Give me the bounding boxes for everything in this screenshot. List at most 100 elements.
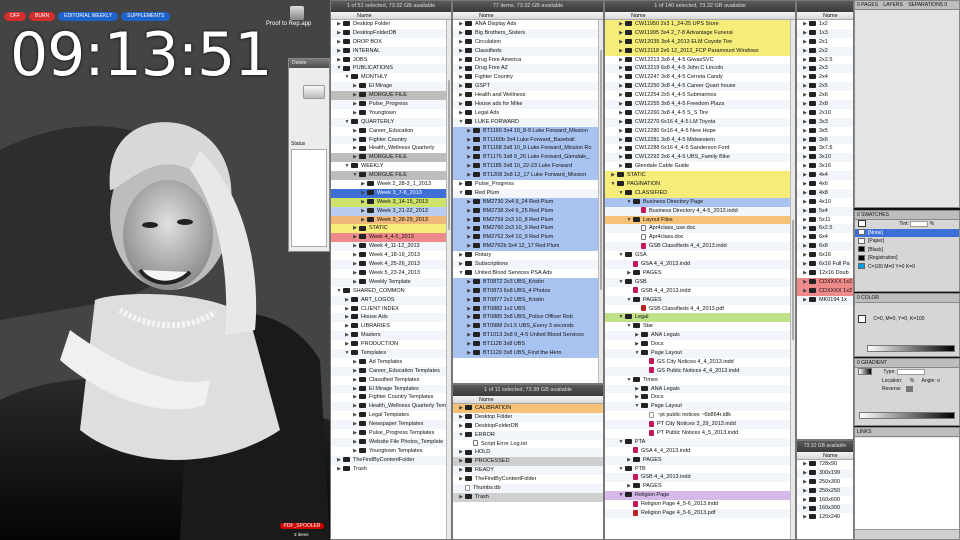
file-row[interactable]: ▼ PAGES [605,295,795,305]
tab-separations[interactable]: SEPARATIONS 0 [908,2,947,8]
column-header-name[interactable]: Name [605,12,795,20]
disclosure-collapsed-icon[interactable]: ▶ [801,296,809,305]
file-row[interactable]: ▶ ART_LOGOS [331,295,451,305]
file-row[interactable]: ▼ GSB [605,277,795,287]
disclosure-collapsed-icon[interactable]: ▶ [335,47,343,56]
disclosure-expanded-icon[interactable]: ▼ [625,296,633,305]
disclosure-collapsed-icon[interactable]: ▶ [625,456,633,465]
file-row[interactable]: ▶ Big Brothers_Sisters [453,28,603,38]
file-row[interactable]: ▶ Docs [605,393,795,402]
disclosure-collapsed-icon[interactable]: ▶ [801,469,809,478]
disclosure-collapsed-icon[interactable]: ▶ [457,91,465,100]
disclosure-collapsed-icon[interactable]: ▶ [617,109,625,118]
file-row[interactable]: ▶ 5x11 [797,216,853,225]
file-row[interactable]: ▶ House Ads [331,313,451,323]
file-row[interactable]: ▶ Legal Ads [453,109,603,118]
disclosure-collapsed-icon[interactable]: ▶ [359,180,367,189]
disclosure-collapsed-icon[interactable]: ▶ [351,136,359,145]
disclosure-collapsed-icon[interactable]: ▶ [465,278,473,287]
disclosure-collapsed-icon[interactable]: ▶ [801,73,809,82]
file-row[interactable]: ▶ JOBS [331,56,451,65]
file-row[interactable]: GSA 4_4_2013.indd [605,447,795,456]
disclosure-collapsed-icon[interactable]: ▶ [351,278,359,287]
file-row[interactable]: ▶ BT1176 3x8 9_26 Luke Forward_Glendale_ [453,153,603,163]
disclosure-collapsed-icon[interactable]: ▶ [457,29,465,38]
disclosure-collapsed-icon[interactable]: ▶ [359,198,367,207]
file-row[interactable]: ▶ Week 3_21-22_2013 [331,206,451,216]
file-row[interactable]: ▼ Page Layout [605,402,795,412]
file-row[interactable]: ▼ ERROR [453,430,603,440]
file-row[interactable]: ▶ Newspaper Templates [331,420,451,429]
disclosure-collapsed-icon[interactable]: ▶ [351,367,359,376]
disclosure-expanded-icon[interactable]: ▼ [343,118,351,127]
disclosure-collapsed-icon[interactable]: ▶ [617,136,625,145]
file-row[interactable]: Thumbs.db [453,484,603,493]
disclosure-collapsed-icon[interactable]: ▶ [465,136,473,145]
file-row[interactable]: Business Directory 4_4-5_2013.indd [605,206,795,216]
disclosure-collapsed-icon[interactable]: ▶ [457,422,465,431]
file-row[interactable]: ▶ LIBRARIES [331,322,451,331]
file-row[interactable]: ▶ Week 3_7-8_2013 [331,188,451,198]
disclosure-expanded-icon[interactable]: ▼ [617,189,625,198]
disclosure-collapsed-icon[interactable]: ▶ [465,127,473,136]
file-row[interactable]: ▶ GSPT [453,82,603,92]
disclosure-expanded-icon[interactable]: ▼ [625,376,633,385]
disclosure-collapsed-icon[interactable]: ▶ [351,358,359,367]
file-row[interactable]: ▶ CW12118 2x6 12_2012_FCP Paramount Windo… [605,46,795,56]
file-row[interactable]: ▶ Glendale Cable Guide [605,162,795,171]
file-row[interactable]: ▶ Fighter Country [453,73,603,82]
disclosure-collapsed-icon[interactable]: ▶ [801,207,809,216]
file-row[interactable]: ▶ 3x5 [797,127,853,136]
file-row[interactable]: ▶ 12x16 Doub [797,269,853,278]
disclosure-collapsed-icon[interactable]: ▶ [351,144,359,153]
file-row[interactable]: ▶ DesktopFolderDB [453,422,603,431]
disclosure-collapsed-icon[interactable]: ▶ [351,251,359,260]
disclosure-expanded-icon[interactable]: ▼ [343,349,351,358]
pdf-spooler-icon[interactable]: PDF_SPOOLER [280,523,324,529]
file-row[interactable]: ▶ BT1208 3x8 12_17 Luke Forward_Mission [453,171,603,181]
status-list[interactable] [291,149,327,247]
delete-button[interactable]: Delete [292,60,306,66]
file-row[interactable]: ▶ 4x4 [797,171,853,181]
scrollbar[interactable] [790,20,795,539]
disclosure-expanded-icon[interactable]: ▼ [335,64,343,73]
file-row[interactable]: ▶ CDXXXX 1x2 [797,286,853,296]
file-row[interactable]: Religion Page 4_5-6_2013.pdf [605,508,795,518]
disclosure-collapsed-icon[interactable]: ▶ [343,340,351,349]
disclosure-collapsed-icon[interactable]: ▶ [625,482,633,491]
file-row[interactable]: ▼ Religion Page [605,491,795,501]
disclosure-collapsed-icon[interactable]: ▶ [351,91,359,100]
disclosure-collapsed-icon[interactable]: ▶ [617,153,625,162]
app-icon-label[interactable]: Proof to Rep.app [266,21,311,27]
file-row[interactable]: ▶ CW12219 6x8 4_4-5 John C Lincoln [605,64,795,74]
file-row[interactable]: ▼ Legal [605,313,795,323]
file-row[interactable]: ▶ BM2759 2x3 10_8 Red Plum [453,215,603,225]
file-row[interactable]: ▶ Docs [605,340,795,349]
disclosure-collapsed-icon[interactable]: ▶ [457,100,465,109]
file-row[interactable]: ▶ 6x16 Full Pa [797,260,853,269]
disclosure-expanded-icon[interactable]: ▼ [335,287,343,296]
file-row[interactable]: ▶ 4x8 [797,188,853,198]
file-row[interactable]: ▶ PAGES [605,455,795,465]
disclosure-collapsed-icon[interactable]: ▶ [801,251,809,260]
file-row[interactable]: ▶ Desktop Folder [453,412,603,422]
disclosure-collapsed-icon[interactable]: ▶ [617,162,625,171]
file-row[interactable]: ▶ Week 4_11-12_2013 [331,242,451,252]
disclosure-collapsed-icon[interactable]: ▶ [457,457,465,466]
disclosure-collapsed-icon[interactable]: ▶ [465,224,473,233]
file-row[interactable]: ▶ Drug Free America [453,56,603,65]
finder-window-6[interactable]: 73.32 GB available Name ▶ 728x90 ▶ 300x199 ▶… [796,440,854,540]
file-row[interactable]: ▶ TheFindByContentFolder [331,455,451,465]
disclosure-expanded-icon[interactable]: ▼ [625,198,633,207]
disclosure-collapsed-icon[interactable]: ▶ [617,118,625,127]
file-row[interactable]: ▶ CLIENT INDEX [331,305,451,314]
file-row[interactable]: ▶ BT1185 3x8 10_22-23 Luke Forward [453,162,603,172]
disclosure-collapsed-icon[interactable]: ▶ [617,47,625,56]
disclosure-collapsed-icon[interactable]: ▶ [465,331,473,340]
swatch-item[interactable]: C=100 M=0 Y=0 K=0 [855,263,959,272]
file-row[interactable]: ▶ 120x240 [797,513,853,522]
file-row[interactable]: ▼ PTA [605,437,795,447]
file-row[interactable]: ▶ 6x16 [797,251,853,260]
scrollbar[interactable] [598,20,603,383]
disclosure-collapsed-icon[interactable]: ▶ [801,242,809,251]
